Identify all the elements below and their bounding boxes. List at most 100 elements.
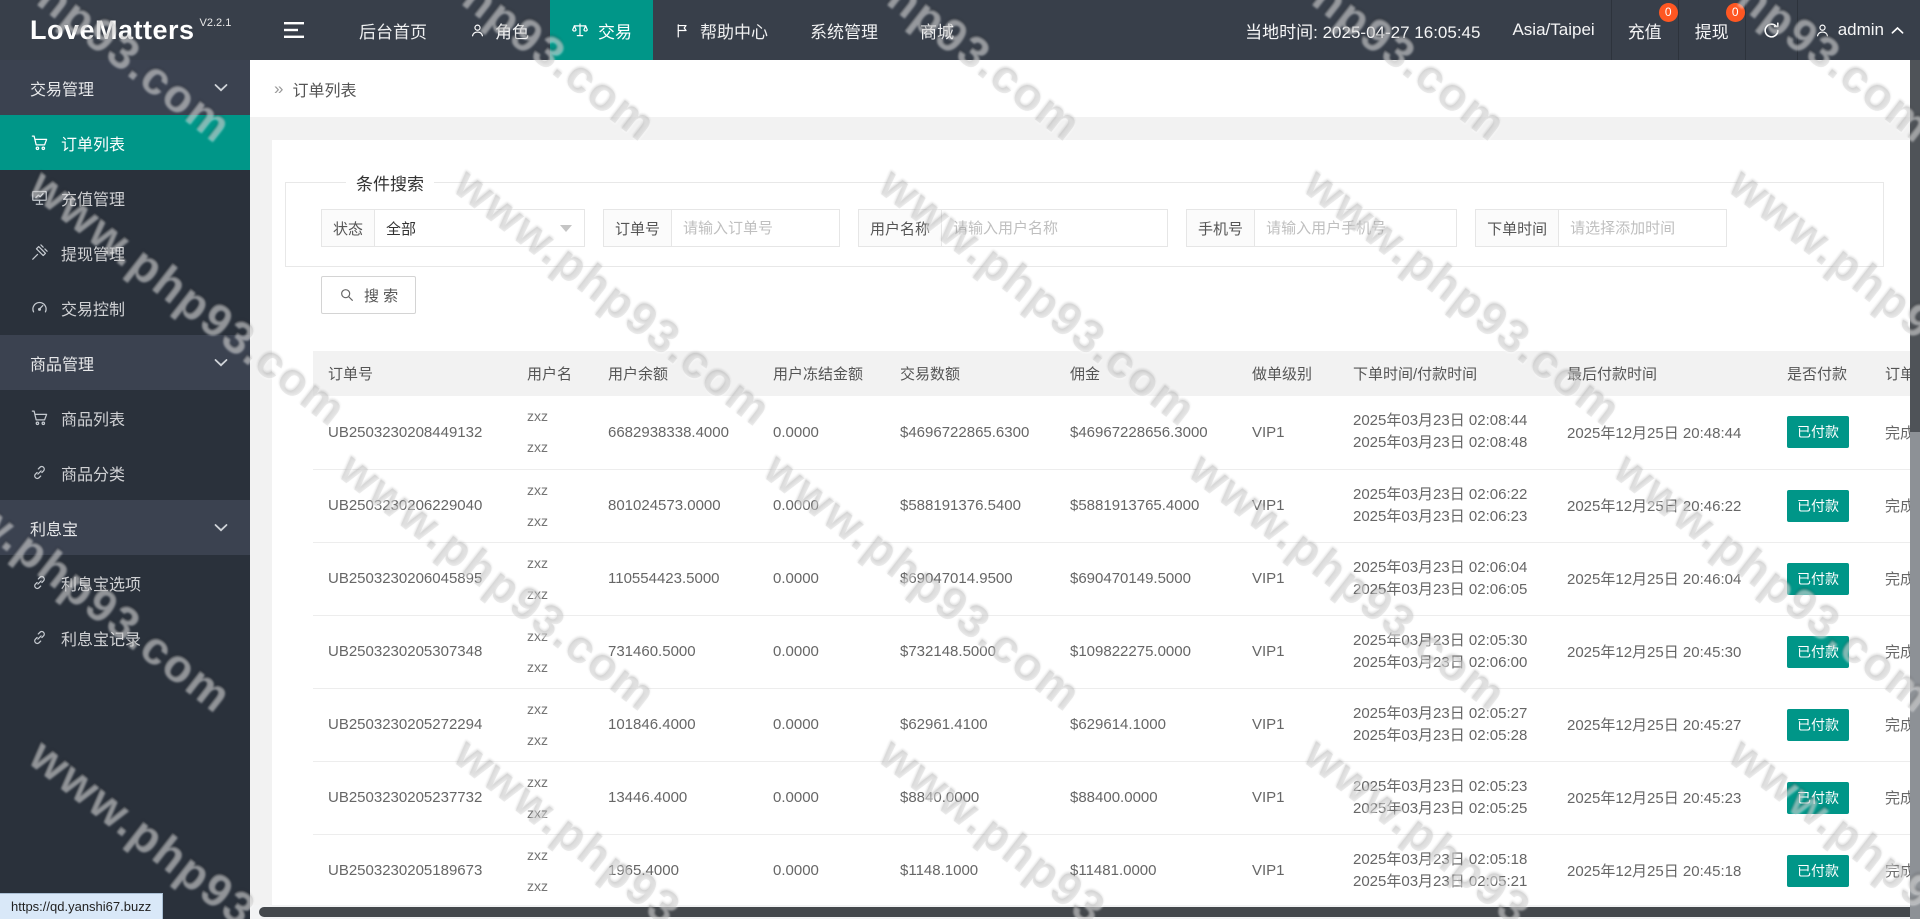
phone-filter: 手机号 xyxy=(1186,209,1458,247)
withdraw-label: 提现 xyxy=(1694,22,1729,42)
sidebar-group-trade[interactable]: 交易管理 xyxy=(0,60,250,115)
sidebar-item-recharge-mgmt[interactable]: 充值管理 xyxy=(0,170,250,225)
order-time-input[interactable] xyxy=(1559,209,1728,247)
cell-last-pay-time: 2025年12月25日 20:45:30 xyxy=(1552,615,1772,689)
sidebar-item-interest-records[interactable]: 利息宝记录 xyxy=(0,610,250,665)
chevron-up-icon xyxy=(1891,26,1904,34)
sidebar-item-withdraw-mgmt[interactable]: 提现管理 xyxy=(0,225,250,280)
nav-item-trade[interactable]: 交易 xyxy=(550,0,653,60)
search-button[interactable]: 搜 索 xyxy=(321,276,417,314)
cell-commission: $46967228656.3000 xyxy=(1055,396,1237,470)
col-username: 用户名 xyxy=(512,351,593,396)
timezone: Asia/Taipei xyxy=(1512,20,1595,39)
nav-item-label: 商城 xyxy=(920,22,954,42)
order-no-input[interactable] xyxy=(672,209,841,247)
sidebar-toggle-button[interactable] xyxy=(250,0,338,60)
cell-status: 完成付款 xyxy=(1870,834,1910,905)
refresh-button[interactable] xyxy=(1744,0,1797,60)
billboard-icon xyxy=(32,190,47,205)
nav-item-home[interactable]: 后台首页 xyxy=(338,0,448,60)
app-title: LoveMatters xyxy=(30,14,195,45)
recharge-badge: 0 xyxy=(1658,3,1678,22)
link-icon xyxy=(34,465,45,480)
cell-order-time: 2025年03月23日 02:05:23 2025年03月23日 02:05:25 xyxy=(1338,761,1552,835)
user-name-input[interactable] xyxy=(942,209,1169,247)
vertical-scrollbar-thumb[interactable] xyxy=(1910,60,1920,432)
cell-status: 完成付款 xyxy=(1870,542,1910,616)
table-row: UB2503230205237732 zxz zxz 13446.4000 0.0… xyxy=(313,761,1910,835)
cell-level: VIP1 xyxy=(1237,396,1338,470)
horizontal-scrollbar[interactable] xyxy=(250,905,1920,919)
cell-paid: 已付款 xyxy=(1772,688,1870,762)
cart-icon xyxy=(31,410,48,426)
cell-level: VIP1 xyxy=(1237,761,1338,835)
cell-commission: $11481.0000 xyxy=(1055,834,1237,905)
nav-item-roles[interactable]: 角色 xyxy=(448,0,550,60)
chevron-down-icon xyxy=(214,524,228,532)
col-balance: 用户余额 xyxy=(593,351,758,396)
cell-commission: $109822275.0000 xyxy=(1055,615,1237,689)
cell-order-no: UB2503230205307348 xyxy=(313,615,512,689)
sidebar-group-goods[interactable]: 商品管理 xyxy=(0,335,250,390)
sidebar-item-goods-category[interactable]: 商品分类 xyxy=(0,445,250,500)
sidebar-item-label: 订单列表 xyxy=(61,136,126,154)
nav-item-label: 帮助中心 xyxy=(700,22,768,42)
local-time: 当地时间: 2025-04-27 16:05:45 xyxy=(1245,22,1481,42)
nav-item-help[interactable]: 帮助中心 xyxy=(653,0,789,60)
nav-item-label: 后台首页 xyxy=(359,22,427,42)
sidebar-item-order-list[interactable]: 订单列表 xyxy=(0,115,250,170)
col-status: 订单状态 xyxy=(1870,351,1910,396)
sidebar-group-interest[interactable]: 利息宝 xyxy=(0,500,250,555)
cell-commission: $5881913765.4000 xyxy=(1055,469,1237,543)
orders-table: 订单号 用户名 用户余额 用户冻结金额 交易数额 佣金 做单级别 下单时间/付款… xyxy=(313,351,1910,905)
link-icon xyxy=(34,575,45,590)
status-select[interactable]: 全部 xyxy=(375,209,586,247)
cell-amount: $8840.0000 xyxy=(885,761,1055,835)
col-last-pay-time: 最后付款时间 xyxy=(1552,351,1772,396)
nav-item-withdraw[interactable]: 提现 0 xyxy=(1677,0,1745,60)
cell-amount: $4696722865.6300 xyxy=(885,396,1055,470)
search-fieldset: 条件搜索 状态 全部 订单号 用户名称 xyxy=(285,170,1884,267)
cell-last-pay-time: 2025年12月25日 20:46:04 xyxy=(1552,542,1772,616)
cell-paid: 已付款 xyxy=(1772,761,1870,835)
sidebar-item-label: 提现管理 xyxy=(61,246,126,264)
sidebar-item-label: 利息宝记录 xyxy=(61,631,142,649)
cell-balance: 6682938338.4000 xyxy=(593,396,758,470)
orders-table-wrap: 订单号 用户名 用户余额 用户冻结金额 交易数额 佣金 做单级别 下单时间/付款… xyxy=(313,351,1910,905)
cell-order-time: 2025年03月23日 02:05:27 2025年03月23日 02:05:28 xyxy=(1338,688,1552,762)
user-menu[interactable]: admin xyxy=(1796,0,1920,60)
sidebar-item-trade-control[interactable]: 交易控制 xyxy=(0,280,250,335)
nav-item-label: 角色 xyxy=(495,22,529,42)
username: admin xyxy=(1837,20,1884,39)
order-time-filter: 下单时间 xyxy=(1475,209,1728,247)
table-row: UB2503230205272294 zxz zxz 101846.4000 0.… xyxy=(313,688,1910,762)
table-row: UB2503230205307348 zxz zxz 731460.5000 0.… xyxy=(313,615,1910,689)
sidebar-item-label: 交易控制 xyxy=(61,301,126,319)
nav-item-system[interactable]: 系统管理 xyxy=(789,0,899,60)
nav-item-mall[interactable]: 商城 xyxy=(899,0,975,60)
gavel-icon xyxy=(32,244,48,260)
cell-order-time: 2025年03月23日 02:05:18 2025年03月23日 02:05:21 xyxy=(1338,834,1552,905)
cell-amount: $62961.4100 xyxy=(885,688,1055,762)
col-commission: 佣金 xyxy=(1055,351,1237,396)
flag-icon xyxy=(677,23,687,37)
refresh-icon xyxy=(1764,21,1779,38)
table-row: UB2503230206229040 zxz zxz 801024573.0000… xyxy=(313,469,1910,543)
cell-amount: $69047014.9500 xyxy=(885,542,1055,616)
vertical-scrollbar[interactable] xyxy=(1910,60,1920,919)
cell-commission: $690470149.5000 xyxy=(1055,542,1237,616)
sidebar-group-label: 商品管理 xyxy=(30,356,95,374)
phone-input[interactable] xyxy=(1255,209,1458,247)
col-level: 做单级别 xyxy=(1237,351,1338,396)
sidebar-item-interest-options[interactable]: 利息宝选项 xyxy=(0,555,250,610)
cell-order-no: UB2503230205189673 xyxy=(313,834,512,905)
col-amount: 交易数额 xyxy=(885,351,1055,396)
sidebar-item-goods-list[interactable]: 商品列表 xyxy=(0,390,250,445)
horizontal-scrollbar-thumb[interactable] xyxy=(259,907,1915,917)
col-paid: 是否付款 xyxy=(1772,351,1870,396)
nav-item-recharge[interactable]: 充值 0 xyxy=(1610,0,1678,60)
breadcrumb-marker: » xyxy=(274,78,284,98)
paid-badge: 已付款 xyxy=(1787,489,1849,522)
recharge-label: 充值 xyxy=(1627,22,1662,42)
cell-username: zxz zxz xyxy=(512,761,593,835)
